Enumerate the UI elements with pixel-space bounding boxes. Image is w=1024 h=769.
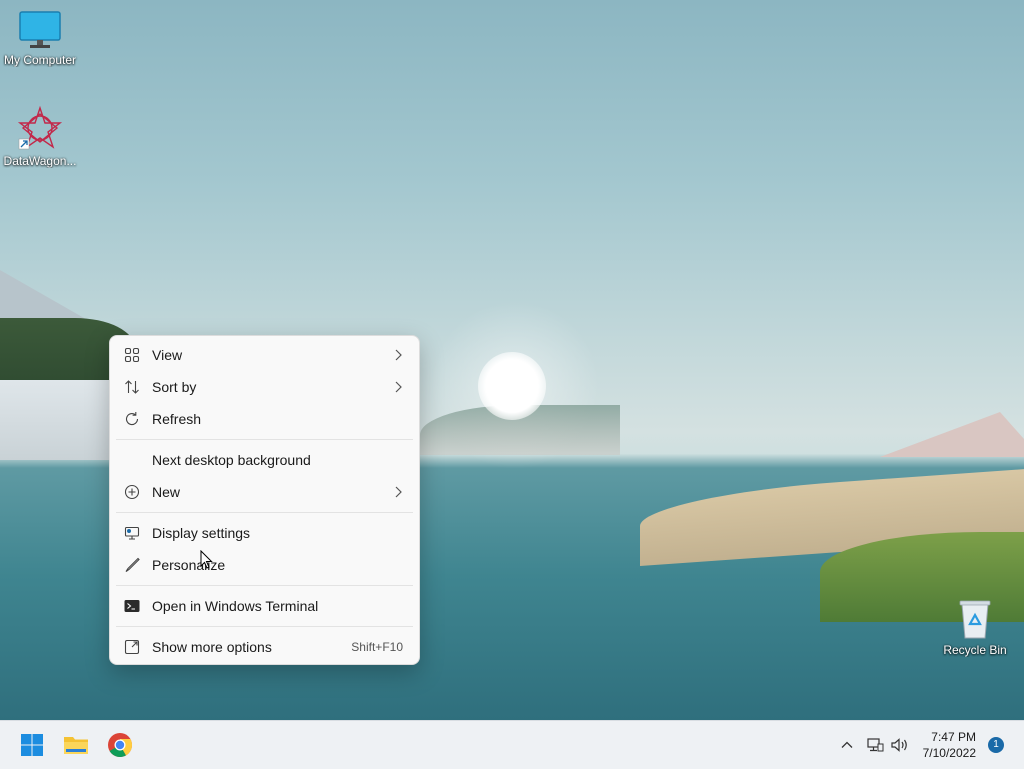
menu-item-next-desktop-background[interactable]: Next desktop background (110, 444, 419, 476)
desktop-icon-datawagon[interactable]: DataWagon... (0, 105, 80, 168)
taskbar: 7:47 PM 7/10/2022 1 (0, 720, 1024, 769)
chevron-right-icon (395, 486, 402, 498)
menu-item-display-settings[interactable]: Display settings (110, 517, 419, 549)
desktop-icon-recycle-bin[interactable]: Recycle Bin (935, 598, 1015, 657)
terminal-icon (124, 600, 140, 612)
chevron-right-icon (395, 349, 402, 361)
menu-item-label: Personalize (152, 557, 226, 573)
desktop-icon-my-computer[interactable]: My Computer (0, 10, 80, 67)
desktop-context-menu: View Sort by Refresh Next desktop backgr… (109, 335, 420, 665)
mouse-cursor-icon (200, 550, 213, 569)
menu-item-refresh[interactable]: Refresh (110, 403, 419, 435)
recycle-bin-icon (959, 600, 991, 639)
sort-icon (125, 380, 139, 394)
menu-item-label: Next desktop background (152, 452, 311, 468)
menu-separator (116, 585, 413, 586)
chevron-right-icon (395, 381, 402, 393)
desktop-icon-label: Recycle Bin (943, 643, 1007, 657)
monitor-icon (19, 11, 61, 48)
left-snow-bank (0, 380, 120, 460)
refresh-icon (125, 412, 139, 426)
menu-item-label: View (152, 347, 183, 363)
display-settings-icon (124, 526, 140, 540)
menu-item-show-more-options[interactable]: Show more options Shift+F10 (110, 631, 419, 663)
menu-item-sort-by[interactable]: Sort by (110, 371, 419, 403)
menu-item-label: Display settings (152, 525, 251, 541)
network-icon[interactable] (866, 736, 884, 754)
desktop-icon-label: My Computer (3, 53, 77, 67)
brush-icon (125, 557, 140, 572)
start-icon[interactable] (18, 731, 46, 759)
chrome-icon[interactable] (106, 731, 134, 759)
right-mountain (880, 412, 1024, 457)
menu-item-label: Open in Windows Terminal (152, 598, 319, 614)
more-options-icon (124, 639, 140, 655)
clock[interactable]: 7:47 PM 7/10/2022 (923, 729, 976, 761)
chevron-up-icon[interactable] (840, 738, 854, 752)
file-explorer-icon[interactable] (62, 731, 90, 759)
grid-view-icon (124, 347, 140, 363)
plus-circle-icon (124, 484, 140, 500)
clock-date: 7/10/2022 (922, 746, 976, 760)
menu-item-personalize[interactable]: Personalize (110, 549, 419, 581)
menu-item-new[interactable]: New (110, 476, 419, 508)
menu-separator (116, 439, 413, 440)
sun (478, 352, 546, 420)
clock-time: 7:47 PM (931, 730, 976, 744)
menu-item-label: Refresh (152, 411, 202, 427)
datawagon-app-icon (17, 105, 63, 150)
menu-separator (116, 512, 413, 513)
volume-icon[interactable] (890, 736, 910, 754)
menu-item-label: New (152, 484, 181, 500)
desktop-icon-label: DataWagon... (3, 154, 77, 168)
keyboard-shortcut: Shift+F10 (351, 640, 403, 654)
menu-item-label: Show more options (152, 639, 272, 655)
notification-badge[interactable]: 1 (988, 737, 1004, 753)
menu-item-open-in-terminal[interactable]: Open in Windows Terminal (110, 590, 419, 622)
menu-item-view[interactable]: View (110, 339, 419, 371)
menu-item-label: Sort by (152, 379, 197, 395)
menu-separator (116, 626, 413, 627)
